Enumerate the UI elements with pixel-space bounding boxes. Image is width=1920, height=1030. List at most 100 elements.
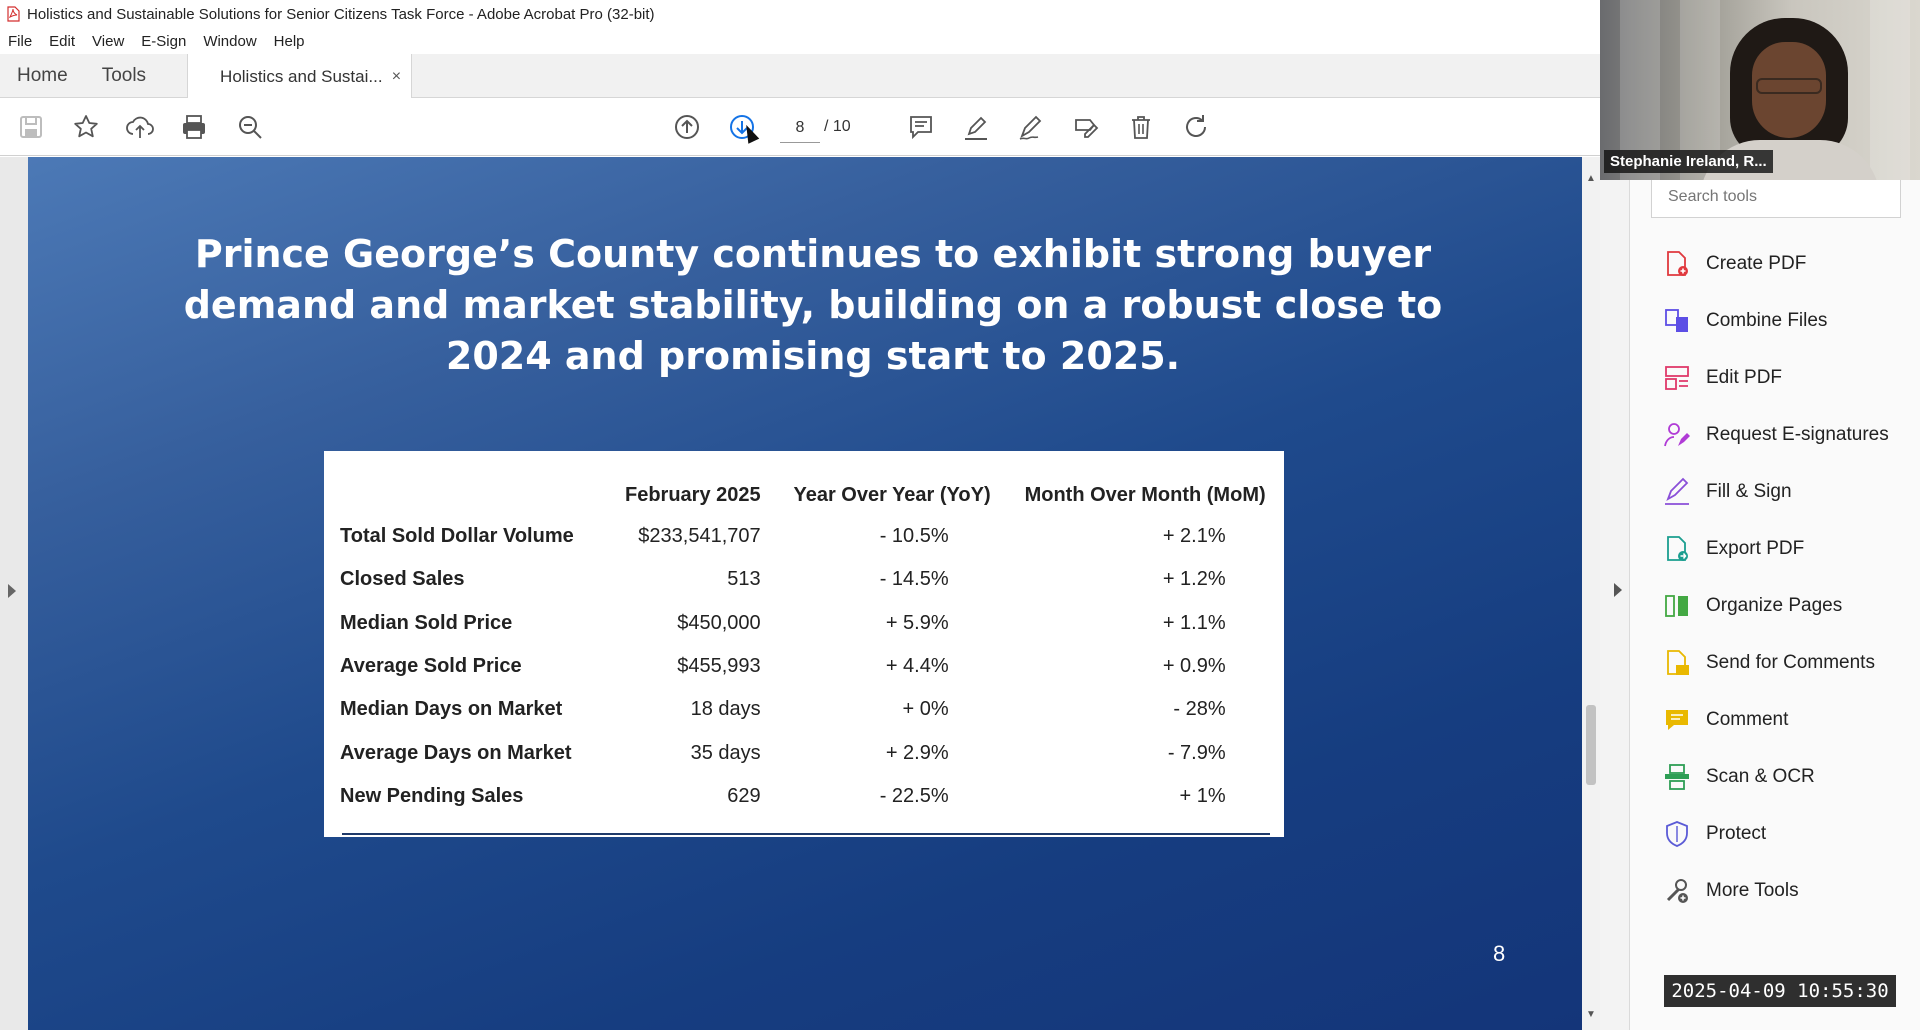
- page-total: / 10: [824, 118, 851, 135]
- rotate-icon[interactable]: [1179, 110, 1213, 144]
- table-row: Average Sold Price $455,993 + 4.4% + 0.9…: [340, 645, 1266, 688]
- cell-yoy: - 10.5%: [879, 525, 949, 548]
- cell-value: $455,993: [677, 655, 761, 678]
- comment-tool-icon: [1660, 703, 1694, 737]
- bookmark-star-icon[interactable]: [69, 110, 103, 144]
- table-row: Closed Sales 513 - 14.5% + 1.2%: [340, 558, 1266, 601]
- tool-label: Create PDF: [1706, 253, 1807, 274]
- tool-create-pdf[interactable]: Create PDF: [1660, 244, 1806, 284]
- row-label: Median Sold Price: [340, 611, 513, 634]
- table-row: Median Sold Price $450,000 + 5.9% + 1.1%: [340, 602, 1266, 645]
- acrobat-window: Holistics and Sustainable Solutions for …: [0, 0, 1920, 1030]
- cell-mom: + 1.2%: [1162, 568, 1226, 591]
- tool-send-for-comments[interactable]: Send for Comments: [1660, 643, 1875, 683]
- vertical-scrollbar[interactable]: ▲ ▼: [1582, 157, 1600, 1030]
- fill-sign-icon: [1660, 475, 1694, 509]
- highlight-pen-icon[interactable]: [959, 110, 993, 144]
- tool-label: More Tools: [1706, 880, 1799, 901]
- sign-icon[interactable]: [1014, 110, 1048, 144]
- market-stats-table: February 2025 Year Over Year (YoY) Month…: [340, 475, 1266, 818]
- protect-icon: [1660, 817, 1694, 851]
- table-header-row: February 2025 Year Over Year (YoY) Month…: [340, 475, 1266, 515]
- header-yoy: Year Over Year (YoY): [793, 483, 991, 506]
- slide-title: Prince George’s County continues to exhi…: [183, 232, 1443, 378]
- row-label: New Pending Sales: [340, 784, 524, 807]
- scrollbar-thumb[interactable]: [1586, 705, 1596, 785]
- tab-bar: Home Tools Holistics and Sustai... ×: [0, 54, 1600, 99]
- page-up-icon[interactable]: [670, 110, 704, 144]
- table-bottom-rule: [342, 833, 1270, 835]
- window-title: Holistics and Sustainable Solutions for …: [27, 5, 655, 23]
- collapse-right-icon: [1614, 583, 1622, 597]
- tools-pane-toggle[interactable]: [1600, 157, 1630, 1030]
- tool-label: Organize Pages: [1706, 595, 1843, 616]
- menu-edit[interactable]: Edit: [49, 33, 75, 50]
- more-tools-icon: [1660, 874, 1694, 908]
- participant-glasses: [1756, 78, 1822, 94]
- cell-value: 18 days: [690, 698, 761, 721]
- cell-value: $450,000: [677, 611, 761, 634]
- tool-label: Export PDF: [1706, 538, 1805, 559]
- page-number-input[interactable]: [780, 113, 820, 143]
- edit-stamp-icon[interactable]: [1069, 110, 1103, 144]
- document-area: Prince George’s County continues to exhi…: [0, 157, 1600, 1030]
- table-row: New Pending Sales 629 - 22.5% + 1%: [340, 775, 1266, 818]
- zoom-icon[interactable]: [233, 110, 267, 144]
- curtain-stripe: [1870, 0, 1910, 180]
- tool-export-pdf[interactable]: Export PDF: [1660, 529, 1804, 569]
- tab-home[interactable]: Home: [0, 54, 85, 97]
- tool-organize-pages[interactable]: Organize Pages: [1660, 586, 1842, 626]
- row-label: Closed Sales: [340, 568, 465, 591]
- tab-document[interactable]: Holistics and Sustai... ×: [187, 54, 413, 99]
- tool-fill-sign[interactable]: Fill & Sign: [1660, 472, 1792, 512]
- close-icon[interactable]: ×: [392, 68, 401, 86]
- combine-files-icon: [1660, 304, 1694, 338]
- menu-view[interactable]: View: [92, 33, 124, 50]
- request-esign-icon: [1660, 418, 1694, 452]
- tool-comment[interactable]: Comment: [1660, 700, 1788, 740]
- tool-label: Send for Comments: [1706, 652, 1875, 673]
- print-icon[interactable]: [177, 110, 211, 144]
- cell-value: 513: [727, 568, 761, 591]
- tab-document-label: Holistics and Sustai...: [220, 66, 383, 86]
- tool-label: Protect: [1706, 823, 1767, 844]
- tool-edit-pdf[interactable]: Edit PDF: [1660, 358, 1782, 398]
- slide-page: Prince George’s County continues to exhi…: [28, 157, 1582, 1030]
- cell-yoy: + 0%: [902, 698, 949, 721]
- menu-esign[interactable]: E-Sign: [141, 33, 186, 50]
- tool-more-tools[interactable]: More Tools: [1660, 871, 1799, 911]
- cell-mom: + 2.1%: [1162, 525, 1226, 548]
- tab-tools[interactable]: Tools: [85, 54, 163, 97]
- cell-yoy: - 14.5%: [879, 568, 949, 591]
- tool-label: Combine Files: [1706, 310, 1828, 331]
- recording-timestamp: 2025-04-09 10:55:30: [1664, 975, 1896, 1007]
- row-label: Average Days on Market: [340, 741, 572, 764]
- cell-value: 629: [727, 784, 761, 807]
- cell-yoy: + 5.9%: [885, 611, 949, 634]
- slide-page-number: 8: [1493, 941, 1506, 966]
- tool-label: Comment: [1706, 709, 1789, 730]
- scan-ocr-icon: [1660, 760, 1694, 794]
- tool-combine-files[interactable]: Combine Files: [1660, 301, 1827, 341]
- tool-request-esignatures[interactable]: Request E-signatures: [1660, 415, 1889, 455]
- save-icon[interactable]: [14, 110, 48, 144]
- tool-protect[interactable]: Protect: [1660, 814, 1766, 854]
- edit-pdf-icon: [1660, 361, 1694, 395]
- comment-icon[interactable]: [904, 110, 938, 144]
- delete-icon[interactable]: [1124, 110, 1158, 144]
- scroll-down-icon[interactable]: ▼: [1586, 1009, 1596, 1020]
- menu-help[interactable]: Help: [274, 33, 305, 50]
- expand-left-icon: [8, 584, 16, 598]
- table-row: Average Days on Market 35 days + 2.9% - …: [340, 731, 1266, 774]
- left-pane-toggle[interactable]: [0, 157, 28, 1030]
- search-tools-input[interactable]: [1651, 176, 1901, 218]
- tool-scan-ocr[interactable]: Scan & OCR: [1660, 757, 1815, 797]
- cell-value: $233,541,707: [638, 525, 761, 548]
- menu-window[interactable]: Window: [203, 33, 256, 50]
- menu-file[interactable]: File: [8, 33, 32, 50]
- export-pdf-icon: [1660, 532, 1694, 566]
- scroll-up-icon[interactable]: ▲: [1586, 173, 1596, 184]
- table-row: Total Sold Dollar Volume $233,541,707 - …: [340, 515, 1266, 558]
- upload-cloud-icon[interactable]: [123, 110, 157, 144]
- cell-mom: + 1%: [1179, 784, 1226, 807]
